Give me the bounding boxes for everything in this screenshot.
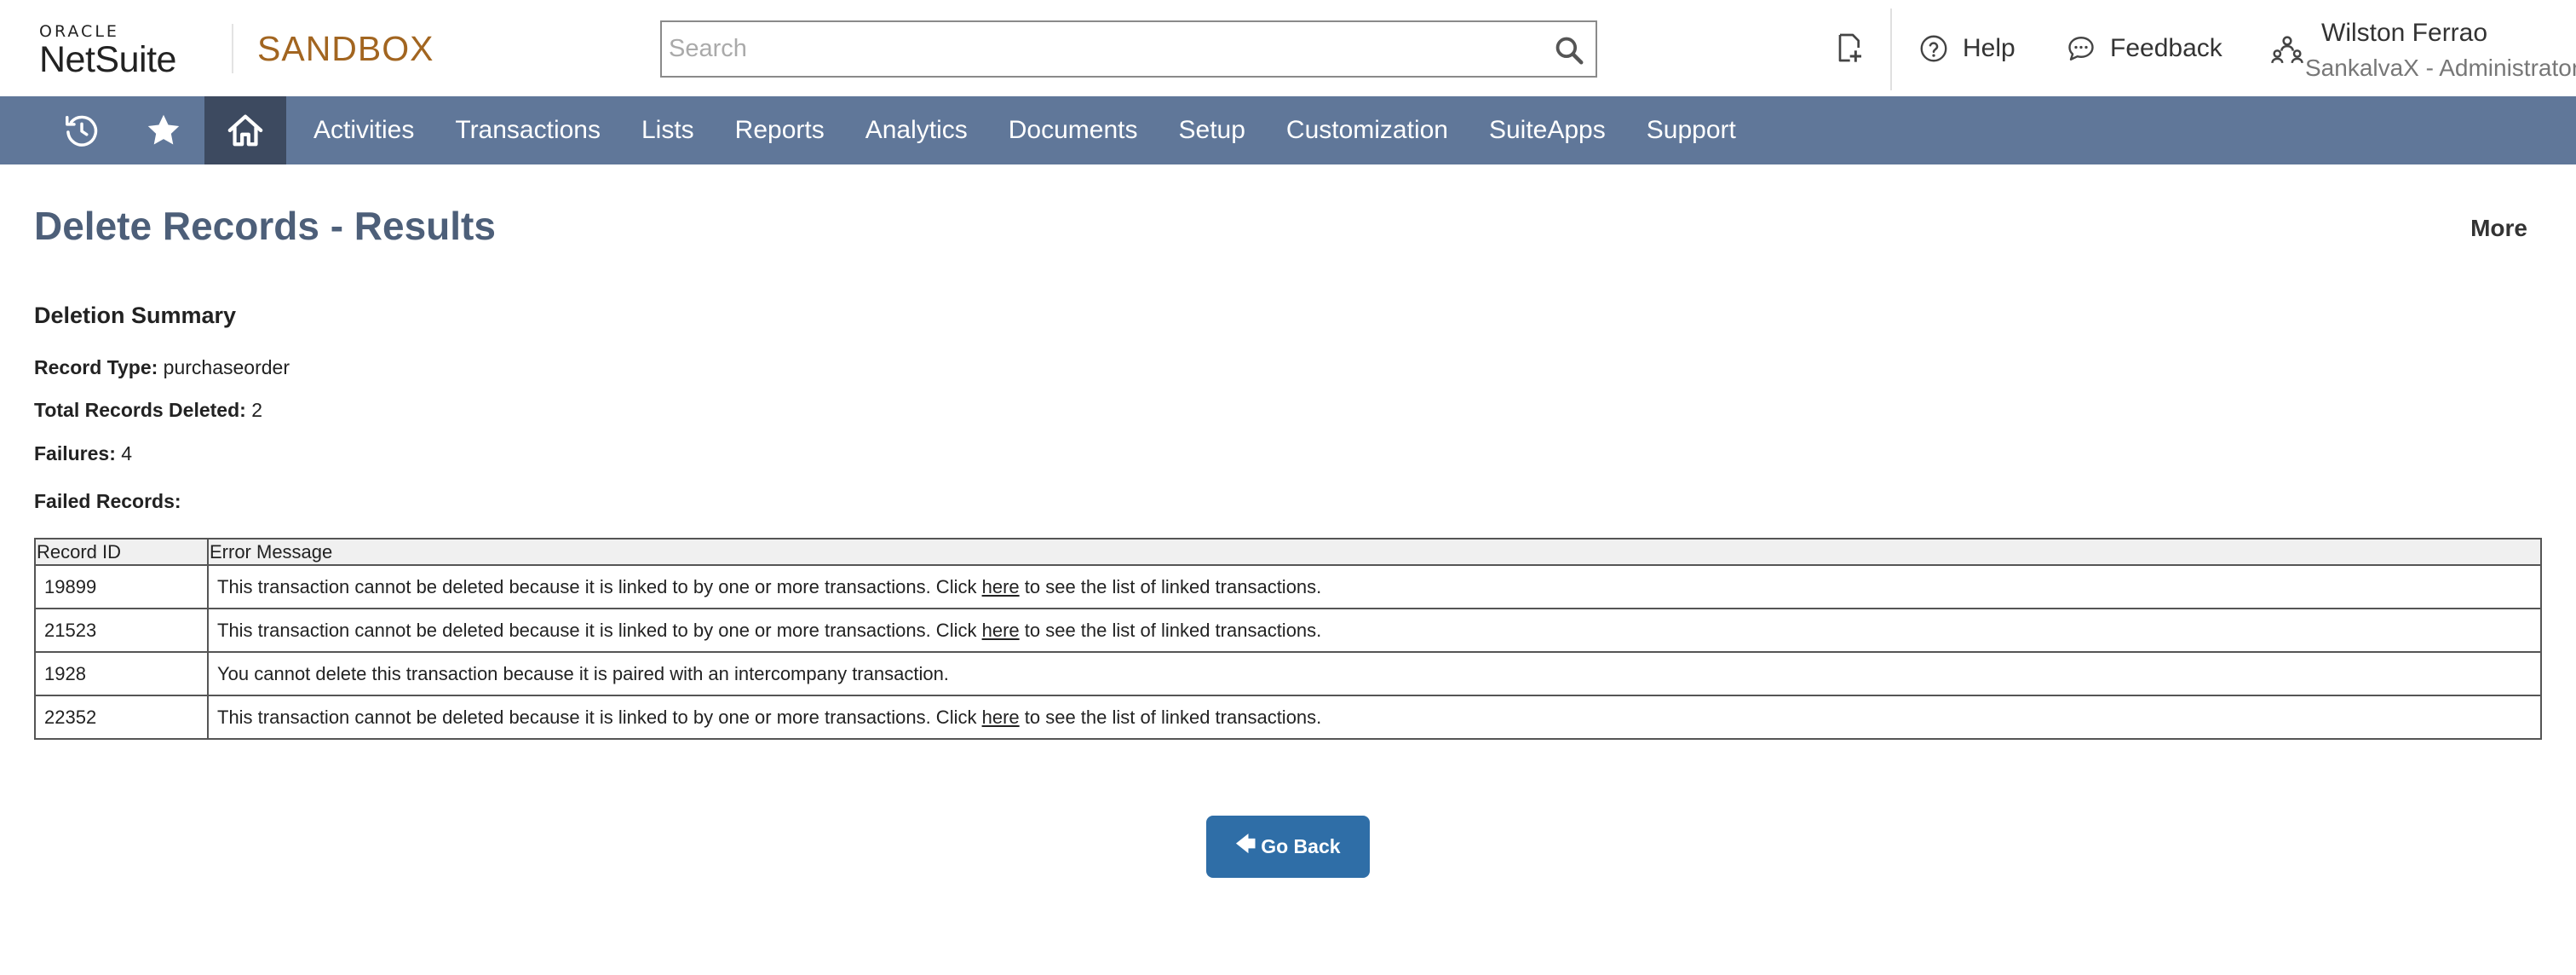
error-message-cell: This transaction cannot be deleted becau… <box>207 564 2542 609</box>
environment-label: SANDBOX <box>257 29 434 68</box>
error-text: This transaction cannot be deleted becau… <box>217 706 982 728</box>
record-type-value: purchaseorder <box>163 356 290 378</box>
error-message-cell: You cannot delete this transaction becau… <box>207 651 2542 696</box>
record-id-cell: 21523 <box>34 608 209 653</box>
nav-favorites[interactable] <box>123 96 204 164</box>
table-row: 1928 You cannot delete this transaction … <box>34 651 2542 696</box>
recent-history-icon <box>66 115 98 147</box>
create-record-icon[interactable] <box>1831 31 1866 65</box>
error-text-tail: to see the list of linked transactions. <box>1019 706 1322 728</box>
record-type-label: Record Type: <box>34 356 158 378</box>
page-title: Delete Records - Results <box>34 204 496 248</box>
user-menu[interactable]: Wilston Ferrao SankalvaX - Administrator <box>2270 17 2576 89</box>
failed-records-table: Record ID Error Message 19899 This trans… <box>34 538 2542 740</box>
linked-transactions-link[interactable]: here <box>982 576 1020 597</box>
error-message-cell: This transaction cannot be deleted becau… <box>207 695 2542 740</box>
nav-customization[interactable]: Customization <box>1266 96 1469 164</box>
nav-support[interactable]: Support <box>1626 96 1757 164</box>
record-id-cell: 19899 <box>34 564 209 609</box>
user-role: SankalvaX - Administrator <box>2305 55 2576 81</box>
nav-documents[interactable]: Documents <box>988 96 1159 164</box>
feedback-label: Feedback <box>2110 34 2222 62</box>
record-id-cell: 22352 <box>34 695 209 740</box>
home-icon <box>227 114 263 147</box>
failed-records-label: Failed Records: <box>34 490 181 512</box>
back-arrow-icon: 🡄 <box>1235 833 1256 855</box>
record-id-cell: 1928 <box>34 651 209 696</box>
feedback-link[interactable]: Feedback <box>2066 27 2222 70</box>
record-type-field: Record Type: purchaseorder <box>34 356 290 379</box>
linked-transactions-link[interactable]: here <box>982 620 1020 641</box>
header-divider <box>1890 9 1892 90</box>
error-text: You cannot delete this transaction becau… <box>217 662 949 684</box>
search-input[interactable] <box>667 27 1519 71</box>
logo-netsuite-text: NetSuite <box>39 39 176 80</box>
logo-divider <box>232 24 233 73</box>
help-label: Help <box>1963 34 2015 62</box>
total-deleted-label: Total Records Deleted: <box>34 399 246 421</box>
chat-bubble-icon <box>2068 37 2094 61</box>
error-text: This transaction cannot be deleted becau… <box>217 575 982 597</box>
failed-records-field: Failed Records: <box>34 490 181 513</box>
user-name: Wilston Ferrao <box>2321 19 2488 47</box>
search-icon[interactable] <box>1553 34 1585 66</box>
star-icon <box>147 114 180 145</box>
netsuite-logo[interactable]: ORACLE NetSuite <box>39 22 184 80</box>
error-text-tail: to see the list of linked transactions. <box>1019 619 1322 641</box>
table-row: 21523 This transaction cannot be deleted… <box>34 608 2542 653</box>
help-link[interactable]: Help <box>1918 27 2015 70</box>
logo-oracle-text: ORACLE <box>39 22 119 41</box>
nav-setup[interactable]: Setup <box>1159 96 1266 164</box>
nav-recent-records[interactable] <box>41 96 123 164</box>
go-back-label: Go Back <box>1261 835 1341 857</box>
help-circle-icon <box>1920 35 1947 62</box>
nav-reports[interactable]: Reports <box>715 96 845 164</box>
more-menu-button[interactable]: More <box>2470 215 2527 242</box>
linked-transactions-link[interactable]: here <box>982 707 1020 728</box>
column-header-error-message[interactable]: Error Message <box>207 538 2542 566</box>
global-header: ORACLE NetSuite SANDBOX Help Feedb <box>0 0 2576 96</box>
table-header-row: Record ID Error Message <box>34 538 2542 566</box>
nav-transactions[interactable]: Transactions <box>434 96 621 164</box>
nav-home[interactable] <box>204 96 286 164</box>
error-text: This transaction cannot be deleted becau… <box>217 619 982 641</box>
failures-value: 4 <box>121 442 133 464</box>
failures-field: Failures: 4 <box>34 442 132 465</box>
nav-activities[interactable]: Activities <box>293 96 434 164</box>
error-text-tail: to see the list of linked transactions. <box>1019 575 1322 597</box>
main-nav-bar: Activities Transactions Lists Reports An… <box>0 96 2576 164</box>
role-switch-icon <box>2271 36 2303 63</box>
total-deleted-field: Total Records Deleted: 2 <box>34 399 262 422</box>
total-deleted-value: 2 <box>251 399 262 421</box>
go-back-button[interactable]: 🡄 Go Back <box>1206 816 1370 878</box>
column-header-record-id[interactable]: Record ID <box>34 538 209 566</box>
table-row: 22352 This transaction cannot be deleted… <box>34 695 2542 740</box>
nav-suiteapps[interactable]: SuiteApps <box>1469 96 1626 164</box>
failures-label: Failures: <box>34 442 116 464</box>
nav-lists[interactable]: Lists <box>621 96 715 164</box>
global-search <box>660 20 1597 78</box>
deletion-summary-heading: Deletion Summary <box>34 303 237 328</box>
nav-analytics[interactable]: Analytics <box>845 96 988 164</box>
table-row: 19899 This transaction cannot be deleted… <box>34 564 2542 609</box>
error-message-cell: This transaction cannot be deleted becau… <box>207 608 2542 653</box>
